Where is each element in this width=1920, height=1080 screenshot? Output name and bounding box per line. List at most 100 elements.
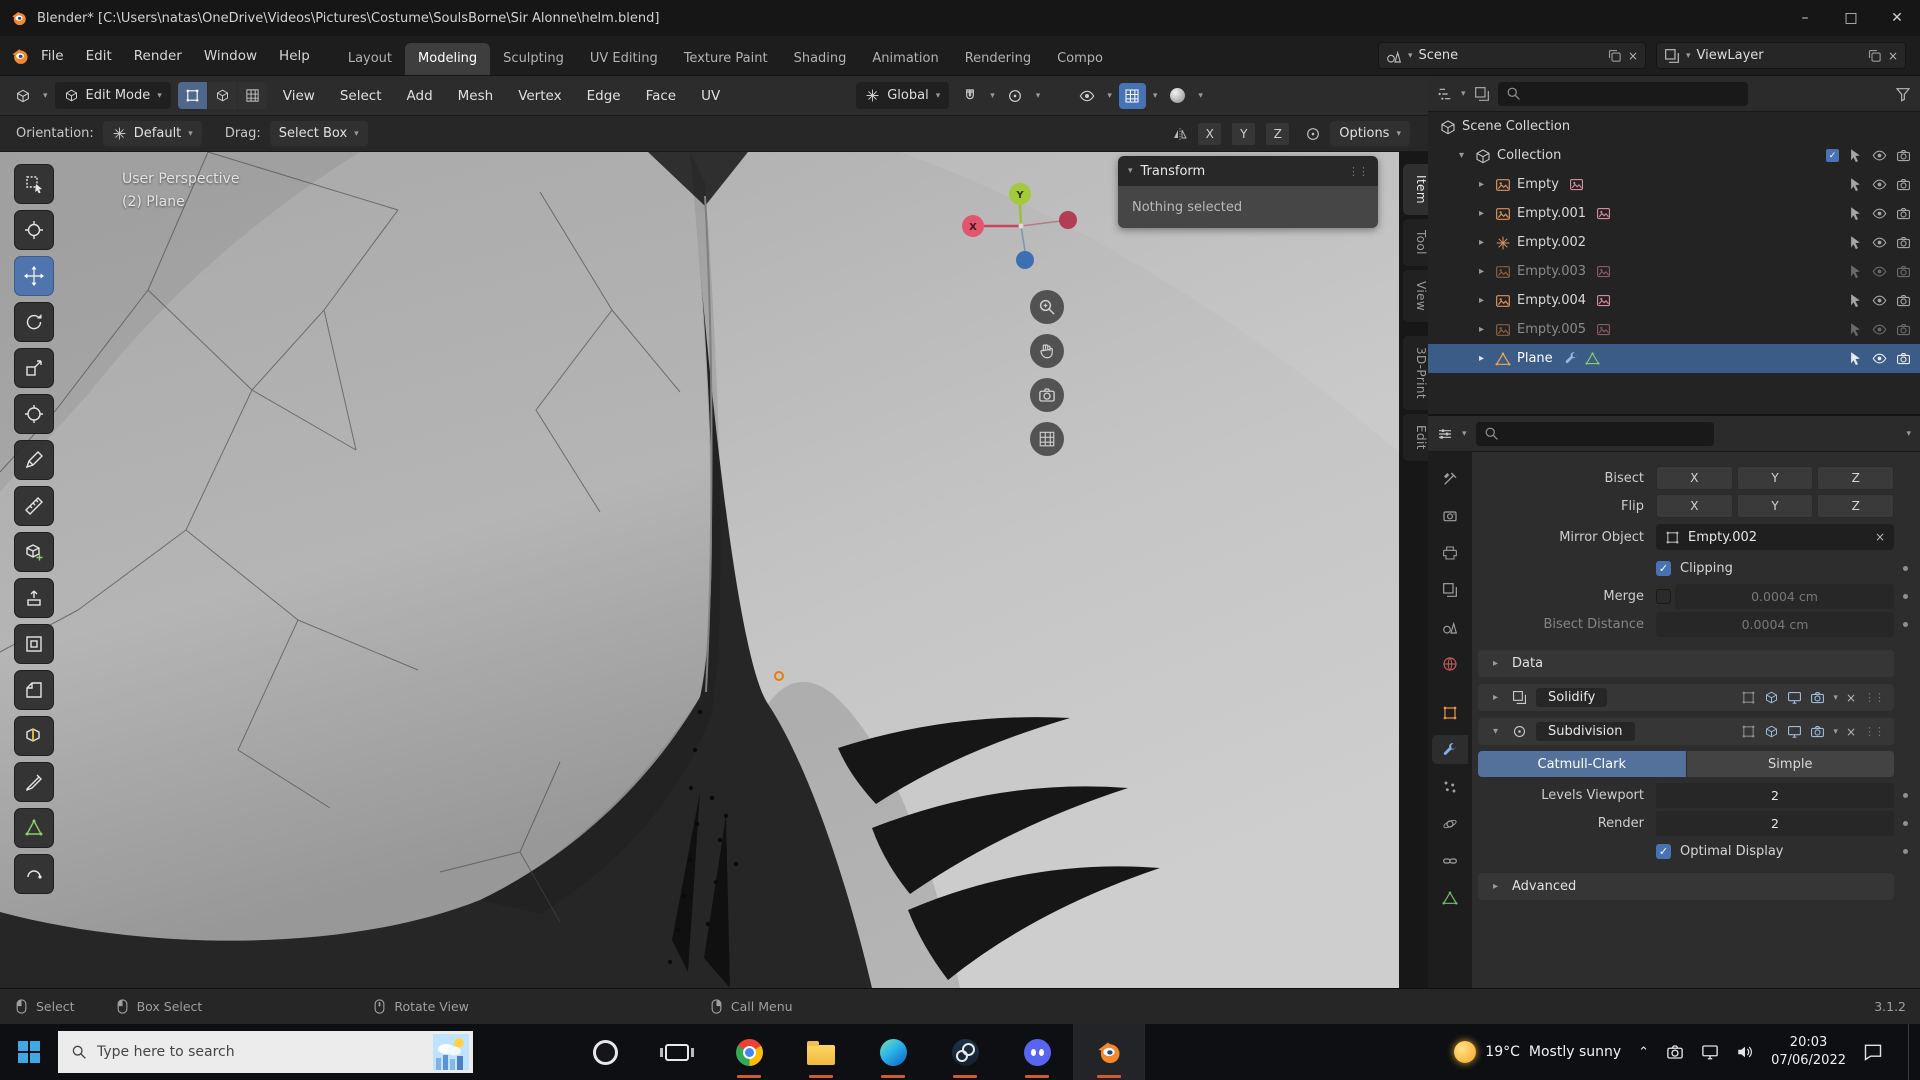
outliner-row-plane[interactable]: ▸ Plane [1428, 344, 1920, 373]
merge-value-field[interactable]: 0.0004 cm [1675, 584, 1894, 609]
data-panel-header[interactable]: ▸ Data [1478, 650, 1894, 677]
blender-menu-icon[interactable] [10, 46, 30, 66]
transform-panel-header[interactable]: ▾ Transform ⋮⋮ [1118, 156, 1378, 186]
edge-select-button[interactable] [208, 82, 237, 109]
shading-dropdown[interactable] [1164, 83, 1191, 109]
editor-type-button[interactable] [9, 83, 36, 109]
menu-vertex[interactable]: Vertex [509, 88, 570, 104]
flip-y-button[interactable]: Y [1737, 494, 1814, 518]
outliner-editor-icon[interactable] [1437, 86, 1453, 102]
options-dropdown[interactable]: Options ▾ [1330, 121, 1410, 146]
scene-collection-row[interactable]: Scene Collection [1428, 112, 1920, 141]
tab-sculpting[interactable]: Sculpting [490, 43, 577, 75]
merge-checkbox[interactable] [1656, 589, 1671, 604]
show-desktop-button[interactable] [1908, 1024, 1914, 1080]
select-arrow-icon[interactable] [1848, 148, 1863, 163]
outliner-row-empty-004[interactable]: ▸ Empty.004 [1428, 286, 1920, 315]
extras-chevron-icon[interactable]: ▾ [1833, 693, 1838, 703]
animate-dot[interactable] [1903, 566, 1908, 571]
render-levels-field[interactable]: 2 [1656, 811, 1894, 836]
hide-eye-icon[interactable] [1872, 322, 1887, 337]
outliner-row-empty-003[interactable]: ▸ Empty.003 [1428, 257, 1920, 286]
menu-file[interactable]: File [30, 36, 75, 76]
animate-dot[interactable] [1903, 849, 1908, 854]
new-viewlayer-icon[interactable] [1867, 48, 1882, 63]
tab-animation[interactable]: Animation [859, 43, 951, 75]
falloff-icon[interactable] [1305, 126, 1321, 142]
file-explorer-app-icon[interactable] [785, 1024, 857, 1080]
tab-particles[interactable] [1432, 772, 1468, 801]
viewlayer-selector[interactable]: ▾ ViewLayer × [1656, 42, 1906, 69]
pan-button[interactable] [1030, 334, 1064, 368]
snap-toggle-button[interactable] [956, 83, 983, 109]
unlink-scene-icon[interactable]: × [1628, 49, 1638, 63]
minimize-button[interactable]: – [1782, 0, 1828, 36]
knife-tool[interactable] [14, 762, 54, 802]
render-toggle-icon[interactable] [1810, 724, 1825, 739]
extras-chevron-icon[interactable]: ▾ [1833, 727, 1838, 737]
tab-uv-editing[interactable]: UV Editing [577, 43, 671, 75]
sidebar-tab-tool[interactable]: Tool [1403, 219, 1428, 266]
remove-viewlayer-icon[interactable]: × [1888, 49, 1898, 63]
realtime-toggle-icon[interactable] [1787, 724, 1802, 739]
drag-dots-icon[interactable]: ⋮⋮ [1864, 725, 1884, 738]
mirror-z-button[interactable]: Z [1265, 122, 1290, 146]
hide-eye-icon[interactable] [1872, 148, 1887, 163]
animate-dot[interactable] [1903, 594, 1908, 599]
advanced-panel-header[interactable]: ▸ Advanced [1478, 873, 1894, 900]
hide-eye-icon[interactable] [1872, 293, 1887, 308]
disable-render-icon[interactable] [1896, 322, 1911, 337]
tab-modeling[interactable]: Modeling [405, 43, 490, 75]
bisect-distance-field[interactable]: 0.0004 cm [1656, 612, 1894, 637]
sidebar-tab-item[interactable]: Item [1403, 164, 1428, 215]
annotate-tool[interactable] [14, 440, 54, 480]
edit-mode-toggle-icon[interactable] [1764, 690, 1779, 705]
mirror-x-button[interactable]: X [1197, 122, 1222, 146]
tab-render[interactable] [1432, 501, 1468, 530]
expand-arrow-icon[interactable]: ▸ [1474, 324, 1489, 335]
render-toggle-icon[interactable] [1810, 690, 1825, 705]
expand-arrow-icon[interactable]: ▸ [1474, 237, 1489, 248]
animate-dot[interactable] [1903, 622, 1908, 627]
select-arrow-icon[interactable] [1848, 235, 1863, 250]
tab-rendering[interactable]: Rendering [952, 43, 1044, 75]
taskbar-clock[interactable]: 20:03 07/06/2022 [1771, 1034, 1846, 1069]
mode-dropdown[interactable]: Edit Mode ▾ [55, 82, 171, 109]
bisect-z-button[interactable]: Z [1817, 466, 1894, 490]
outliner-row-empty[interactable]: ▸ Empty [1428, 170, 1920, 199]
expand-arrow-icon[interactable]: ▾ [1454, 150, 1469, 161]
expand-arrow-icon[interactable]: ▸ [1474, 266, 1489, 277]
recorder-app-icon[interactable] [569, 1024, 641, 1080]
visibility-dropdown[interactable] [1073, 83, 1100, 109]
tab-physics[interactable] [1432, 809, 1468, 838]
tab-layout[interactable]: Layout [335, 43, 405, 75]
meet-now-camera-icon[interactable] [1666, 1043, 1684, 1061]
navigation-gizmo[interactable]: Y X [952, 156, 1092, 286]
flip-x-button[interactable]: X [1656, 494, 1733, 518]
measure-tool[interactable] [14, 486, 54, 526]
taskbar-search-input[interactable]: Type here to search [58, 1031, 473, 1073]
loop-cut-tool[interactable] [14, 716, 54, 756]
menu-edit[interactable]: Edit [75, 36, 123, 76]
catmull-clark-button[interactable]: Catmull-Clark [1478, 751, 1686, 777]
sidebar-tab-edit[interactable]: Edit [1403, 414, 1428, 461]
filter-funnel-icon[interactable] [1895, 86, 1911, 102]
menu-add[interactable]: Add [398, 88, 442, 104]
expand-arrow-icon[interactable]: ▸ [1474, 353, 1489, 364]
outliner-search-input[interactable] [1498, 82, 1748, 106]
clipping-checkbox[interactable]: ✓ [1656, 561, 1671, 576]
subdivision-name[interactable]: Subdivision [1536, 722, 1635, 741]
optimal-display-checkbox[interactable]: ✓ [1656, 844, 1671, 859]
menu-help[interactable]: Help [268, 36, 321, 76]
properties-editor-icon[interactable] [1437, 426, 1453, 442]
expand-arrow-icon[interactable]: ▸ [1488, 692, 1503, 703]
search-weather-art[interactable] [433, 1034, 469, 1070]
menu-window[interactable]: Window [193, 36, 268, 76]
inset-faces-tool[interactable] [14, 624, 54, 664]
bisect-y-button[interactable]: Y [1737, 466, 1814, 490]
menu-select[interactable]: Select [331, 88, 391, 104]
rotate-tool[interactable] [14, 302, 54, 342]
hide-eye-icon[interactable] [1872, 264, 1887, 279]
expand-arrow-icon[interactable]: ▸ [1474, 179, 1489, 190]
viewport-3d[interactable]: User Perspective (2) Plane [0, 152, 1399, 988]
